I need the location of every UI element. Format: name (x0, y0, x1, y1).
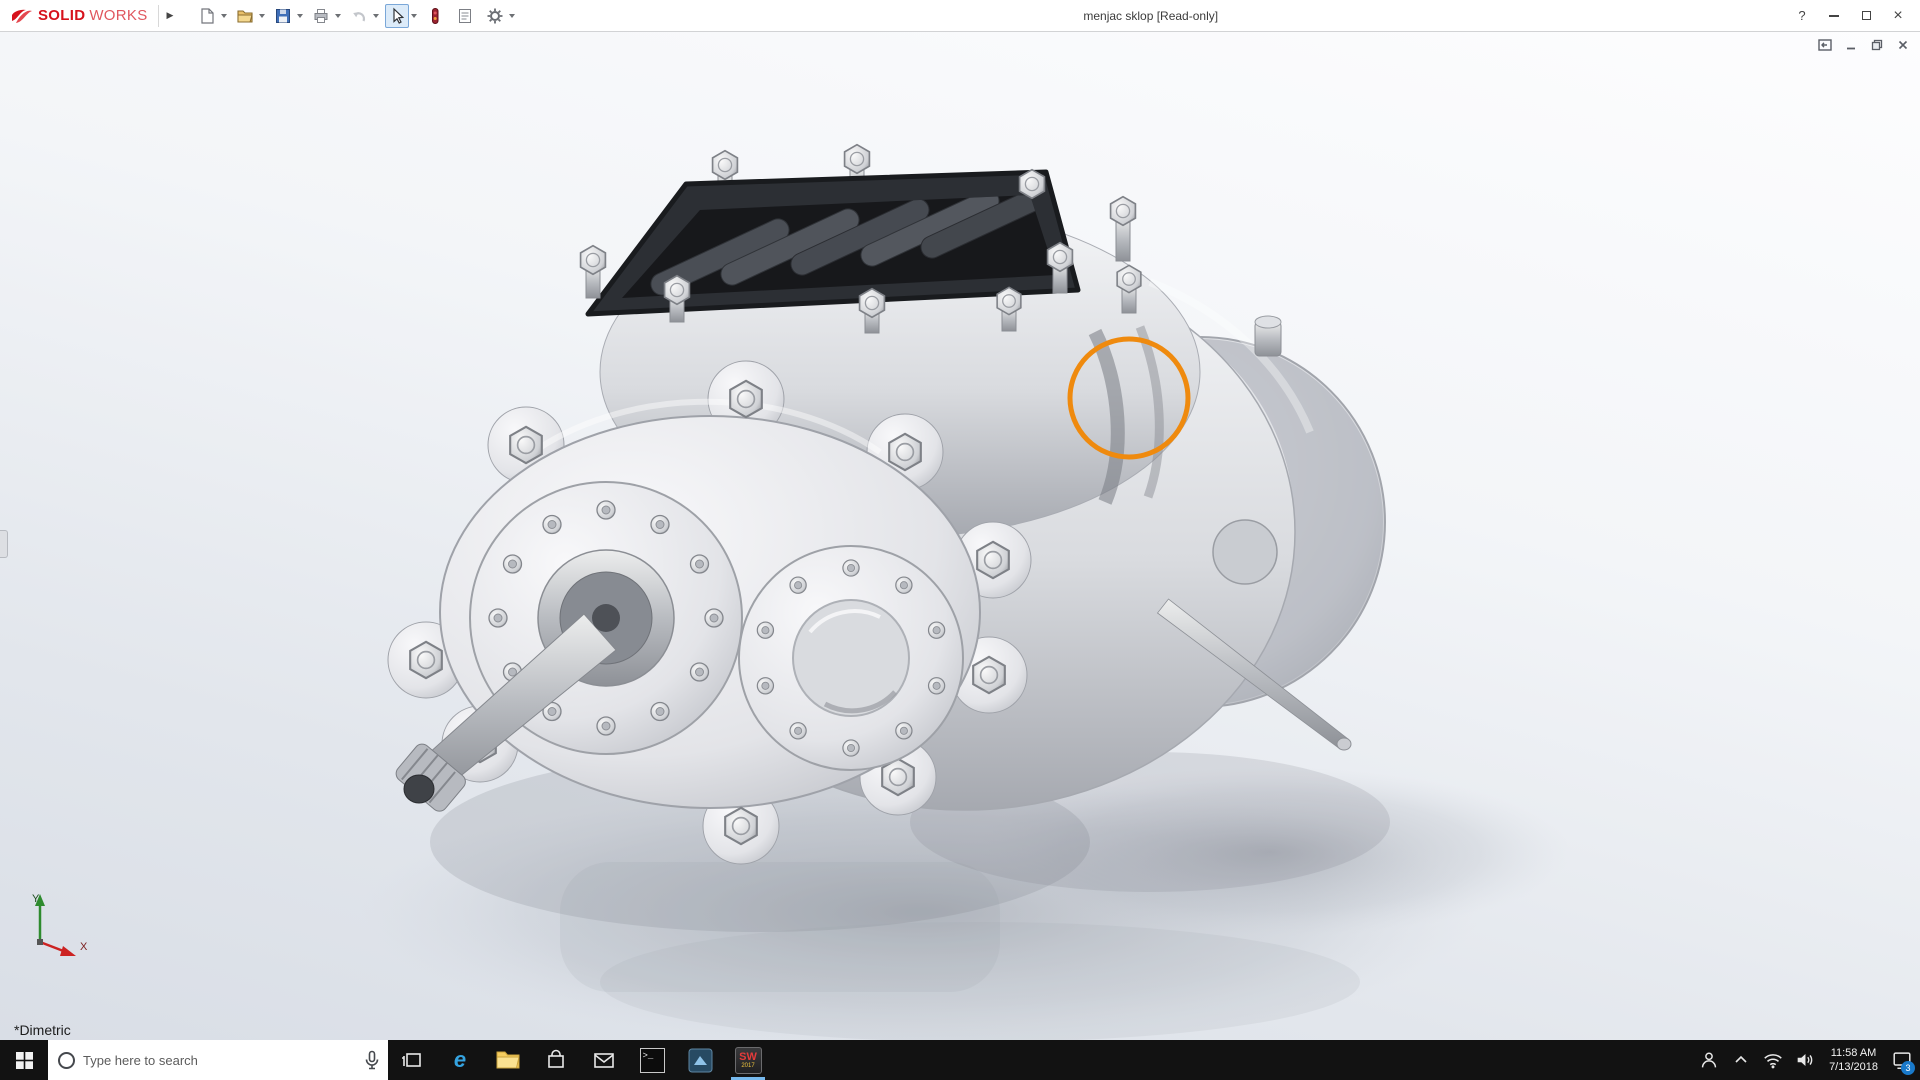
dropdown-caret[interactable] (221, 13, 228, 18)
edrawings-icon (688, 1048, 712, 1072)
solidworks-window: SOLID WORKS ▶ menjac sklop [Read-only] ?… (0, 0, 1920, 1080)
new-document-icon (201, 7, 215, 24)
cortana-icon (58, 1051, 75, 1069)
maximize-button[interactable] (1850, 2, 1882, 30)
options-button[interactable] (483, 4, 507, 28)
store-button[interactable] (532, 1040, 580, 1080)
document-window-controls (1814, 36, 1914, 54)
volume-button[interactable] (1791, 1040, 1819, 1080)
clock-date: 7/13/2018 (1829, 1061, 1878, 1073)
print-icon (314, 8, 328, 23)
hidden-icons-button[interactable] (1727, 1040, 1755, 1080)
dropdown-caret[interactable] (411, 13, 418, 18)
edrawings-button[interactable] (676, 1040, 724, 1080)
notification-badge: 3 (1901, 1061, 1915, 1075)
doc-minimize-button[interactable] (1840, 36, 1862, 54)
taskbar-clock[interactable]: 11:58 AM 7/13/2018 (1823, 1046, 1884, 1074)
maximize-icon (1861, 11, 1871, 20)
dock-window-icon (1818, 39, 1832, 51)
wifi-icon (1764, 1054, 1782, 1069)
network-button[interactable] (1759, 1040, 1787, 1080)
edge-button[interactable]: e (436, 1040, 484, 1080)
sheet-properties-button[interactable] (453, 4, 477, 28)
solidworks-app-icon: SW 2017 (734, 1046, 762, 1074)
titlebar: SOLID WORKS ▶ menjac sklop [Read-only] ?… (0, 0, 1920, 32)
dropdown-caret[interactable] (259, 13, 266, 18)
solidworks-logo: SOLID WORKS (10, 7, 148, 25)
microphone-icon (365, 1050, 379, 1070)
action-center-button[interactable]: 3 (1888, 1040, 1916, 1080)
gearbox-model (360, 143, 1570, 1040)
logo-text-solid: SOLID (38, 7, 86, 24)
close-button[interactable]: × (1882, 2, 1914, 30)
solidworks-taskbar-button[interactable]: SW 2017 (724, 1040, 772, 1080)
save-button[interactable] (271, 4, 295, 28)
search-input[interactable] (83, 1052, 356, 1068)
triad-x-label: X (80, 941, 88, 953)
title-area: menjac sklop [Read-only] (515, 7, 1786, 25)
terminal-icon: >_ (639, 1047, 665, 1073)
start-button[interactable] (0, 1040, 48, 1080)
orientation-triad: Y X (32, 893, 88, 956)
rebuild-icon (432, 7, 439, 24)
taskbar-search[interactable] (48, 1040, 388, 1080)
save-floppy-icon (276, 8, 291, 23)
dropdown-caret[interactable] (373, 13, 380, 18)
options-gear-icon (487, 8, 503, 23)
bearing-cover (738, 545, 964, 771)
doc-close-icon (1898, 40, 1908, 50)
chevron-up-icon (1735, 1055, 1747, 1063)
undo-icon (353, 11, 366, 21)
windows-logo-icon (15, 1051, 33, 1069)
quick-access-toolbar (195, 3, 516, 28)
file-explorer-button[interactable] (484, 1040, 532, 1080)
document-title: menjac sklop [Read-only] (1083, 8, 1219, 23)
doc-restore-icon (1871, 39, 1883, 51)
rebuild-button[interactable] (423, 4, 447, 28)
new-document-button[interactable] (195, 4, 219, 28)
people-icon (1701, 1052, 1717, 1068)
graphics-area[interactable]: Y X *Dimetric (0, 32, 1920, 1040)
open-folder-icon (237, 9, 254, 23)
view-orientation-label: *Dimetric (14, 1022, 71, 1038)
doc-restore-button[interactable] (1866, 36, 1888, 54)
taskbar: e >_ (0, 1040, 1920, 1080)
triad-y-label: Y (32, 893, 40, 905)
edge-icon: e (453, 1047, 467, 1072)
mail-button[interactable] (580, 1040, 628, 1080)
mail-icon (594, 1053, 614, 1068)
select-tool-button[interactable] (385, 3, 410, 28)
solidworks-logo-icon (12, 9, 32, 23)
dropdown-caret[interactable] (335, 13, 342, 18)
doc-close-button[interactable] (1892, 36, 1914, 54)
file-explorer-icon (496, 1051, 520, 1069)
system-tray: 11:58 AM 7/13/2018 3 (1695, 1040, 1920, 1080)
volume-icon (1797, 1054, 1813, 1066)
logo-text-works: WORKS (89, 7, 148, 24)
taskbar-apps: e >_ SW 2017 (388, 1040, 772, 1080)
terminal-button[interactable]: >_ (628, 1040, 676, 1080)
menu-flyout-button[interactable]: ▶ (157, 4, 182, 27)
clock-time: 11:58 AM (1830, 1047, 1877, 1059)
window-controls: ? × (1786, 2, 1914, 30)
task-view-button[interactable] (388, 1040, 436, 1080)
panel-collapse-tab[interactable] (0, 530, 8, 558)
sheet-icon (459, 8, 472, 23)
print-button[interactable] (309, 4, 333, 28)
microphone-button[interactable] (364, 1050, 380, 1070)
dropdown-caret[interactable] (297, 13, 304, 18)
undo-button[interactable] (347, 4, 371, 28)
open-button[interactable] (233, 4, 257, 28)
help-button[interactable]: ? (1786, 2, 1818, 30)
people-button[interactable] (1695, 1040, 1723, 1080)
doc-minimize-icon (1847, 47, 1855, 50)
doc-dock-button[interactable] (1814, 36, 1836, 54)
select-cursor-icon (393, 7, 405, 24)
minimize-icon (1829, 14, 1839, 17)
store-icon (548, 1049, 564, 1068)
minimize-button[interactable] (1818, 2, 1850, 30)
task-view-icon (402, 1053, 421, 1067)
